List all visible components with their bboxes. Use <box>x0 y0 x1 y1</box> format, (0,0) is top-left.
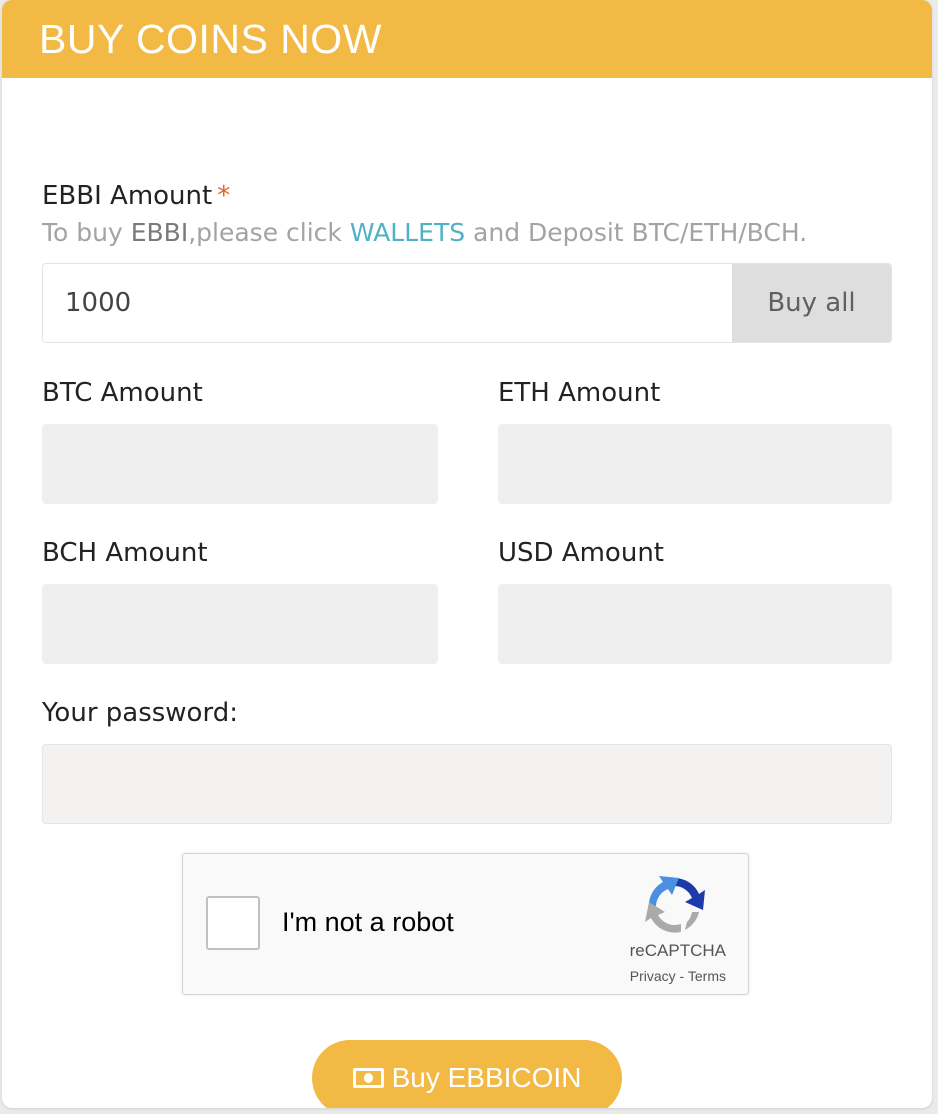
bch-amount-label: BCH Amount <box>42 538 208 568</box>
recaptcha-checkbox[interactable] <box>206 896 260 950</box>
buy-all-button[interactable]: Buy all <box>732 264 891 342</box>
recaptcha-label: I'm not a robot <box>282 907 454 937</box>
eth-amount-label: ETH Amount <box>498 378 661 408</box>
recaptcha-link-separator: - <box>675 968 688 984</box>
buy-ebbicoin-label: Buy EBBICOIN <box>391 1062 582 1093</box>
recaptcha-logo-icon <box>645 876 705 933</box>
usd-amount-field[interactable] <box>498 584 892 664</box>
buy-coins-card: BUY COINS NOW EBBI Amount * To buy EBBI,p… <box>2 0 932 1108</box>
recaptcha-privacy-link[interactable]: Privacy <box>630 968 676 984</box>
btc-amount-field[interactable] <box>42 424 438 504</box>
hint-coin: EBBI <box>130 218 189 247</box>
ebbi-amount-group: Buy all <box>42 263 892 343</box>
money-icon <box>352 1068 384 1088</box>
wallets-link[interactable]: WALLETS <box>350 218 465 247</box>
deposit-hint: To buy EBBI,please click WALLETS and Dep… <box>42 218 807 247</box>
hint-middle: ,please click <box>188 218 350 247</box>
recaptcha-widget: I'm not a robot reCAPTCHA Privacy - Term… <box>182 853 749 995</box>
buy-ebbicoin-button[interactable]: Buy EBBICOIN <box>312 1040 622 1108</box>
card-title: BUY COINS NOW <box>39 15 382 62</box>
ebbi-amount-input[interactable] <box>43 264 732 342</box>
bch-amount-field[interactable] <box>42 584 438 664</box>
ebbi-amount-label-text: EBBI Amount <box>42 181 213 211</box>
card-header: BUY COINS NOW <box>2 0 932 78</box>
password-label: Your password: <box>42 698 238 728</box>
password-field[interactable] <box>42 744 892 824</box>
recaptcha-links: Privacy - Terms <box>630 968 726 984</box>
hint-prefix: To buy <box>42 218 131 247</box>
recaptcha-terms-link[interactable]: Terms <box>688 968 726 984</box>
btc-amount-label: BTC Amount <box>42 378 203 408</box>
eth-amount-field[interactable] <box>498 424 892 504</box>
required-marker: * <box>217 181 231 211</box>
ebbi-amount-label: EBBI Amount * <box>42 181 230 211</box>
recaptcha-brand: reCAPTCHA <box>629 941 726 960</box>
hint-suffix: and Deposit BTC/ETH/BCH. <box>465 218 808 247</box>
usd-amount-label: USD Amount <box>498 538 664 568</box>
